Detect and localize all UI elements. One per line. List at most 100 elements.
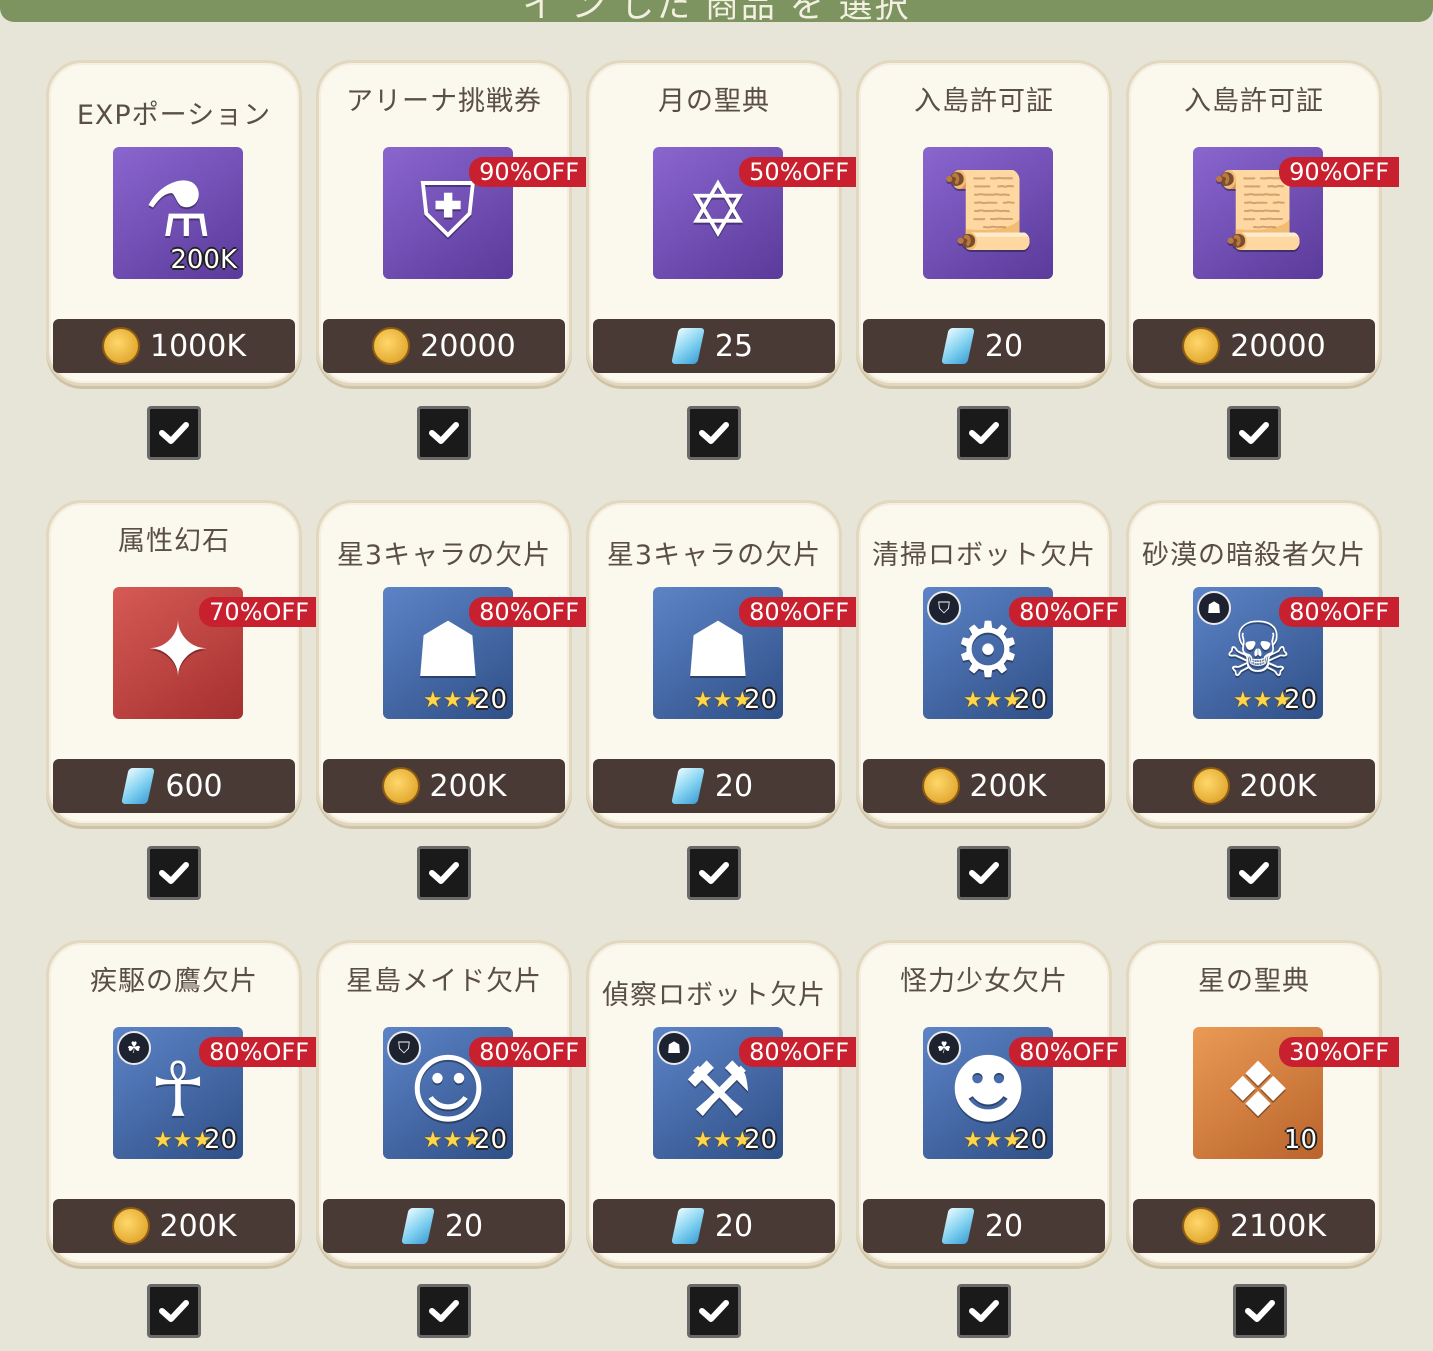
checkmark-icon bbox=[159, 862, 189, 884]
discount-ribbon: 80%OFF bbox=[469, 1037, 589, 1067]
shop-item-card[interactable]: 疾駆の鷹欠片 ☥ ☘ ★★★ 20 80%OFF 200K bbox=[46, 940, 319, 1266]
select-checkbox[interactable] bbox=[687, 406, 741, 460]
price-value: 20 bbox=[984, 328, 1024, 364]
item-name: 月の聖典 bbox=[658, 86, 770, 117]
discount-ribbon: 80%OFF bbox=[469, 597, 589, 627]
item-name: 砂漠の暗殺者欠片 bbox=[1142, 540, 1366, 571]
discount-ribbon: 90%OFF bbox=[469, 157, 589, 187]
price-bar: 20 bbox=[863, 1199, 1105, 1253]
price-value: 20 bbox=[714, 1208, 754, 1244]
select-checkbox[interactable] bbox=[147, 406, 201, 460]
price-value: 20 bbox=[984, 1208, 1024, 1244]
price-value: 20 bbox=[444, 1208, 484, 1244]
item-name: 清掃ロボット欠片 bbox=[872, 540, 1096, 571]
checkmark-icon bbox=[429, 862, 459, 884]
gold-coin-icon bbox=[381, 767, 420, 805]
checkmark-icon bbox=[969, 422, 999, 444]
item-name: 星3キャラの欠片 bbox=[606, 540, 822, 571]
discount-ribbon: 80%OFF bbox=[1009, 597, 1129, 627]
item-name: 星島メイド欠片 bbox=[346, 966, 542, 997]
item-name: 星3キャラの欠片 bbox=[336, 540, 552, 571]
shop-item-card[interactable]: EXPポーション ⚗ 200K 1000K bbox=[46, 60, 302, 386]
shop-item-card[interactable]: 怪力少女欠片 ☻ ☘ ★★★ 20 80%OFF 20 bbox=[856, 940, 1129, 1266]
item-name: アリーナ挑戦券 bbox=[346, 86, 542, 117]
discount-ribbon: 30%OFF bbox=[1279, 1037, 1399, 1067]
attribute-icon: ☘ bbox=[117, 1031, 151, 1065]
price-bar: 20 bbox=[593, 1199, 835, 1253]
item-name: 属性幻石 bbox=[118, 526, 230, 557]
checkmark-icon bbox=[1245, 1300, 1275, 1322]
price-value: 200K bbox=[159, 1208, 237, 1244]
shop-item-card[interactable]: 星3キャラの欠片 ☗ ★★★ 20 80%OFF 20 bbox=[586, 500, 859, 826]
price-bar: 600 bbox=[53, 759, 295, 813]
checkmark-icon bbox=[969, 1300, 999, 1322]
gold-coin-icon bbox=[372, 327, 411, 365]
gold-coin-icon bbox=[921, 767, 960, 805]
price-value: 200K bbox=[429, 768, 507, 804]
item-name: 入島許可証 bbox=[914, 86, 1054, 117]
item-quantity: 20 bbox=[203, 1125, 237, 1155]
select-checkbox[interactable] bbox=[957, 846, 1011, 900]
shop-item-card[interactable]: 清掃ロボット欠片 ⚙ ⛉ ★★★ 20 80%OFF 200K bbox=[856, 500, 1129, 826]
shop-item-card[interactable]: 月の聖典 ✡ 50%OFF 25 bbox=[586, 60, 859, 386]
item-name: 星の聖典 bbox=[1198, 966, 1310, 997]
item-name: 怪力少女欠片 bbox=[900, 966, 1068, 997]
select-checkbox[interactable] bbox=[687, 1284, 741, 1338]
gold-coin-icon bbox=[1191, 767, 1230, 805]
select-checkbox[interactable] bbox=[147, 1284, 201, 1338]
item-name: 疾駆の鷹欠片 bbox=[90, 966, 258, 997]
select-checkbox[interactable] bbox=[417, 846, 471, 900]
checkmark-icon bbox=[699, 1300, 729, 1322]
discount-ribbon: 70%OFF bbox=[199, 597, 319, 627]
select-checkbox[interactable] bbox=[147, 846, 201, 900]
price-value: 600 bbox=[165, 768, 223, 804]
select-checkbox[interactable] bbox=[1233, 1284, 1287, 1338]
item-quantity: 20 bbox=[473, 1125, 507, 1155]
item-quantity: 20 bbox=[743, 685, 777, 715]
shop-item-grid: EXPポーション ⚗ 200K 1000K アリーナ挑戦券 ⛨ 90%OFF 20000 月の聖… bbox=[0, 0, 1433, 1351]
price-bar: 200K bbox=[863, 759, 1105, 813]
shop-item-card[interactable]: 星島メイド欠片 ☺ ⛉ ★★★ 20 80%OFF 20 bbox=[316, 940, 589, 1266]
price-value: 200K bbox=[969, 768, 1047, 804]
gold-coin-icon bbox=[111, 1207, 150, 1245]
shop-item-card[interactable]: アリーナ挑戦券 ⛨ 90%OFF 20000 bbox=[316, 60, 589, 386]
price-value: 1000K bbox=[149, 328, 247, 364]
price-bar: 200K bbox=[323, 759, 565, 813]
shop-item-card[interactable]: 星3キャラの欠片 ☗ ★★★ 20 80%OFF 200K bbox=[316, 500, 589, 826]
gem-icon bbox=[671, 328, 705, 364]
discount-ribbon: 90%OFF bbox=[1279, 157, 1399, 187]
shop-item-card[interactable]: 星の聖典 ❖ 10 30%OFF 2100K bbox=[1126, 940, 1399, 1266]
item-quantity: 20 bbox=[1283, 685, 1317, 715]
shop-item-card[interactable]: 入島許可証 📜 20 bbox=[856, 60, 1112, 386]
select-checkbox[interactable] bbox=[687, 846, 741, 900]
price-value: 20000 bbox=[420, 328, 516, 364]
select-checkbox[interactable] bbox=[1227, 406, 1281, 460]
discount-ribbon: 80%OFF bbox=[739, 597, 859, 627]
price-bar: 200K bbox=[53, 1199, 295, 1253]
item-glyph: 📜 bbox=[940, 165, 1036, 254]
price-value: 2100K bbox=[1229, 1208, 1327, 1244]
discount-ribbon: 80%OFF bbox=[739, 1037, 859, 1067]
select-checkbox[interactable] bbox=[1227, 846, 1281, 900]
item-quantity: 10 bbox=[1283, 1125, 1317, 1155]
checkmark-icon bbox=[1239, 862, 1269, 884]
shop-item-card[interactable]: 属性幻石 ✦ 70%OFF 600 bbox=[46, 500, 319, 826]
gold-coin-icon bbox=[1181, 1207, 1220, 1245]
select-checkbox[interactable] bbox=[417, 1284, 471, 1338]
shop-item-card[interactable]: 偵察ロボット欠片 ⚒ ☗ ★★★ 20 80%OFF 20 bbox=[586, 940, 859, 1266]
item-quantity: 200K bbox=[170, 245, 237, 275]
item-quantity: 20 bbox=[743, 1125, 777, 1155]
shop-item-card[interactable]: 入島許可証 📜 90%OFF 20000 bbox=[1126, 60, 1399, 386]
select-checkbox[interactable] bbox=[957, 406, 1011, 460]
price-bar: 1000K bbox=[53, 319, 295, 373]
price-bar: 20 bbox=[863, 319, 1105, 373]
gem-icon bbox=[941, 1208, 975, 1244]
checkmark-icon bbox=[969, 862, 999, 884]
checkmark-icon bbox=[429, 1300, 459, 1322]
gold-coin-icon bbox=[101, 327, 140, 365]
shop-item-card[interactable]: 砂漠の暗殺者欠片 ☠ ☗ ★★★ 20 80%OFF 200K bbox=[1126, 500, 1399, 826]
select-checkbox[interactable] bbox=[957, 1284, 1011, 1338]
select-checkbox[interactable] bbox=[417, 406, 471, 460]
price-bar: 20 bbox=[593, 759, 835, 813]
checkmark-icon bbox=[159, 422, 189, 444]
